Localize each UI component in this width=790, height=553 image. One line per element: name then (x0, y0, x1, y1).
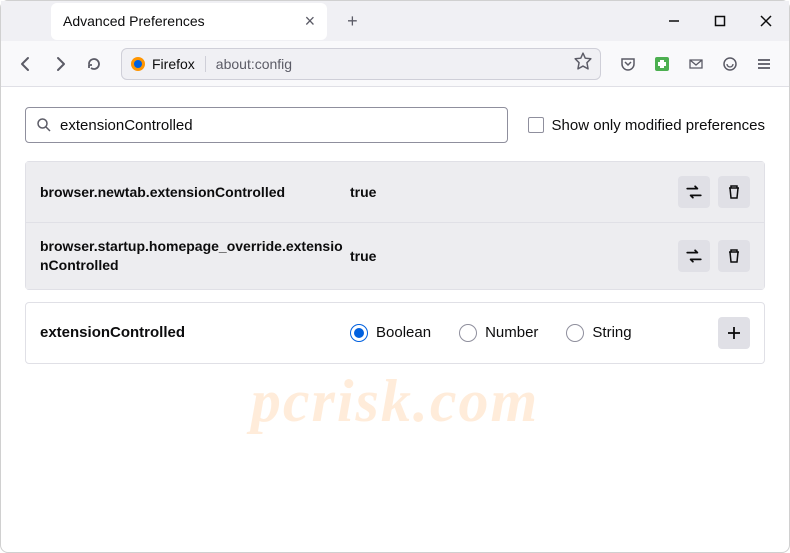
radio-boolean[interactable]: Boolean (350, 324, 431, 342)
pocket-icon[interactable] (613, 49, 643, 79)
extension-icon[interactable] (647, 49, 677, 79)
checkbox-label-text: Show only modified preferences (552, 117, 765, 134)
close-icon[interactable]: × (305, 11, 316, 32)
toggle-button[interactable] (678, 176, 710, 208)
window-controls (651, 1, 789, 41)
titlebar: Advanced Preferences × + (1, 1, 789, 41)
radio-label: String (592, 324, 631, 341)
tab-title: Advanced Preferences (63, 13, 205, 29)
minimize-button[interactable] (651, 1, 697, 41)
radio-string[interactable]: String (566, 324, 631, 342)
close-window-button[interactable] (743, 1, 789, 41)
browser-tab[interactable]: Advanced Preferences × (51, 3, 327, 40)
toolbar: Firefox about:config (1, 41, 789, 87)
account-icon[interactable] (681, 49, 711, 79)
address-identity: Firefox (130, 56, 206, 72)
pref-row[interactable]: browser.startup.homepage_override.extens… (26, 223, 764, 289)
address-prefix-label: Firefox (152, 56, 195, 72)
shield-icon[interactable] (715, 49, 745, 79)
search-input[interactable] (60, 117, 497, 134)
create-pref-name: extensionControlled (40, 324, 350, 341)
pref-value: true (350, 248, 376, 264)
add-button[interactable] (718, 317, 750, 349)
page-content: Show only modified preferences browser.n… (1, 87, 789, 384)
create-pref-row: extensionControlled Boolean Number Strin… (25, 302, 765, 364)
watermark: pcrisk.com (1, 367, 789, 436)
show-modified-checkbox[interactable]: Show only modified preferences (528, 117, 765, 134)
address-bar[interactable]: Firefox about:config (121, 48, 601, 80)
search-icon (36, 117, 52, 133)
pref-name: browser.startup.homepage_override.extens… (40, 237, 350, 275)
radio-label: Number (485, 324, 538, 341)
back-button[interactable] (11, 49, 41, 79)
reload-button[interactable] (79, 49, 109, 79)
pref-row[interactable]: browser.newtab.extensionControlled true (26, 162, 764, 223)
search-row: Show only modified preferences (25, 107, 765, 143)
firefox-icon (130, 56, 146, 72)
checkbox-icon (528, 117, 544, 133)
pref-name: browser.newtab.extensionControlled (40, 183, 350, 202)
radio-number[interactable]: Number (459, 324, 538, 342)
results-table: browser.newtab.extensionControlled true … (25, 161, 765, 290)
delete-button[interactable] (718, 240, 750, 272)
delete-button[interactable] (718, 176, 750, 208)
pref-value: true (350, 184, 376, 200)
radio-icon (459, 324, 477, 342)
menu-button[interactable] (749, 49, 779, 79)
search-box[interactable] (25, 107, 508, 143)
toggle-button[interactable] (678, 240, 710, 272)
radio-icon (566, 324, 584, 342)
radio-label: Boolean (376, 324, 431, 341)
bookmark-star-icon[interactable] (574, 52, 592, 75)
radio-icon (350, 324, 368, 342)
type-radio-group: Boolean Number String (350, 324, 632, 342)
forward-button[interactable] (45, 49, 75, 79)
address-url: about:config (216, 56, 292, 72)
maximize-button[interactable] (697, 1, 743, 41)
new-tab-button[interactable]: + (347, 11, 358, 32)
